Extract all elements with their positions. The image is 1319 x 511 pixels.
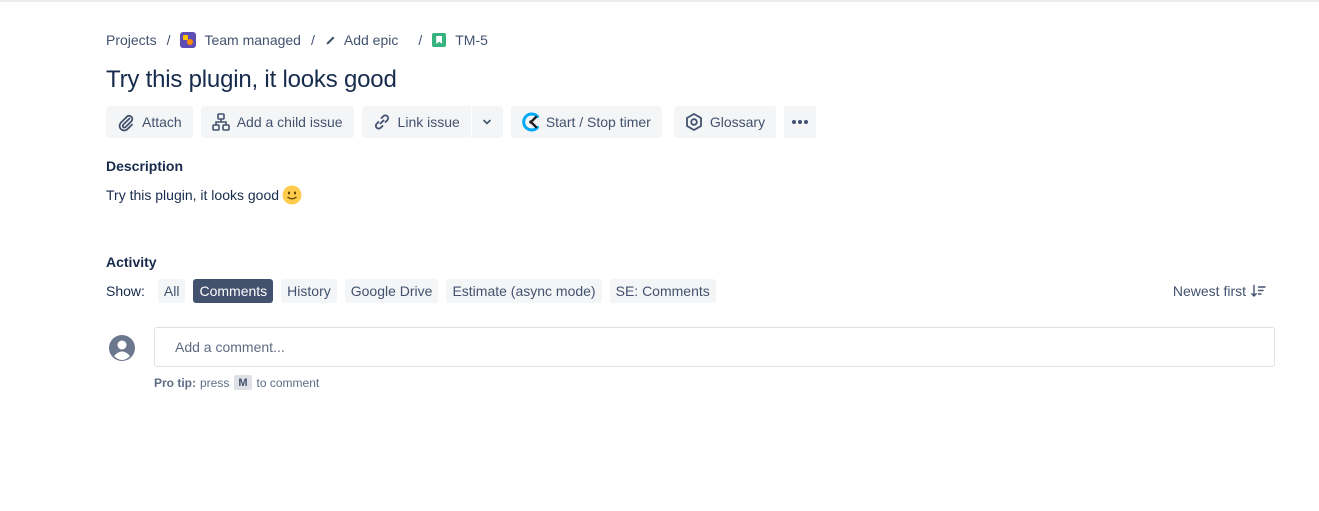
show-label: Show:	[106, 283, 145, 299]
story-icon	[432, 33, 447, 47]
link-issue-label: Link issue	[397, 114, 460, 130]
keyboard-shortcut-key: M	[234, 375, 252, 390]
breadcrumb-separator: /	[166, 32, 171, 48]
pro-tip-post: to comment	[256, 375, 320, 390]
filter-se-comments-label: SE: Comments	[615, 283, 710, 299]
filter-se-comments[interactable]: SE: Comments	[609, 279, 716, 303]
clockify-icon	[519, 110, 543, 134]
breadcrumb-separator: /	[310, 32, 315, 48]
filter-history-label: History	[287, 283, 331, 299]
sort-descending-icon	[1250, 283, 1266, 299]
breadcrumb-add-epic-label: Add epic	[343, 32, 399, 48]
issue-toolbar: Attach Add a child issue Link issue Star…	[106, 106, 817, 138]
pro-tip-label: Pro tip:	[154, 375, 196, 390]
more-icon	[790, 112, 810, 132]
breadcrumb-projects[interactable]: Projects	[106, 32, 157, 48]
filter-history[interactable]: History	[281, 279, 337, 303]
description-text: Try this plugin, it looks good	[106, 187, 280, 203]
filter-estimate[interactable]: Estimate (async mode)	[446, 279, 602, 303]
breadcrumb: Projects / Team managed / Add epic / TM-…	[106, 30, 488, 50]
breadcrumb-separator: /	[418, 32, 423, 48]
top-border	[0, 0, 1319, 2]
filter-google-drive-label: Google Drive	[350, 283, 433, 299]
filter-google-drive[interactable]: Google Drive	[344, 279, 439, 303]
breadcrumb-projects-label: Projects	[106, 32, 157, 48]
project-avatar-icon	[180, 32, 197, 48]
link-issue-split-button: Link issue	[361, 106, 503, 138]
filter-estimate-label: Estimate (async mode)	[452, 283, 596, 299]
attach-button-label: Attach	[142, 114, 182, 130]
issue-title[interactable]: Try this plugin, it looks good	[106, 66, 397, 94]
activity-heading: Activity	[106, 254, 157, 270]
breadcrumb-issue-key[interactable]: TM-5	[432, 32, 488, 48]
sort-order-label: Newest first	[1172, 283, 1246, 299]
user-avatar-icon	[109, 335, 135, 361]
filter-all[interactable]: All	[157, 279, 186, 303]
breadcrumb-project[interactable]: Team managed	[180, 32, 301, 48]
link-issue-dropdown-button[interactable]	[470, 106, 503, 138]
start-stop-timer-label: Start / Stop timer	[545, 114, 651, 130]
breadcrumb-issue-key-label: TM-5	[455, 32, 488, 48]
add-child-issue-label: Add a child issue	[236, 114, 343, 130]
sort-order-button[interactable]: Newest first	[1173, 279, 1266, 303]
glossary-button[interactable]: Glossary	[673, 106, 777, 138]
link-icon	[372, 112, 392, 132]
breadcrumb-add-epic[interactable]: Add epic	[325, 32, 398, 48]
chevron-down-icon	[477, 112, 497, 132]
pro-tip-pre: press	[200, 375, 230, 390]
filter-comments-label: Comments	[199, 283, 268, 299]
slightly-smiling-face-icon	[282, 185, 302, 205]
link-issue-button[interactable]: Link issue	[361, 106, 471, 138]
glossary-label: Glossary	[709, 114, 766, 130]
pro-tip: Pro tip: press M to comment	[154, 375, 319, 390]
attach-button[interactable]: Attach	[106, 106, 193, 138]
start-stop-timer-button[interactable]: Start / Stop timer	[510, 106, 662, 138]
hexagon-icon	[684, 112, 704, 132]
description-heading: Description	[106, 158, 184, 174]
more-actions-button[interactable]	[784, 106, 817, 138]
filter-comments[interactable]: Comments	[193, 279, 274, 303]
hierarchy-icon	[211, 112, 231, 132]
breadcrumb-project-label: Team managed	[204, 32, 301, 48]
paperclip-icon	[116, 112, 136, 132]
add-comment-input[interactable]	[154, 327, 1275, 367]
activity-filter-bar: Show: All Comments History Google Drive …	[106, 279, 1276, 303]
filter-all-label: All	[163, 283, 180, 299]
add-child-issue-button[interactable]: Add a child issue	[200, 106, 354, 138]
pencil-icon	[325, 34, 337, 46]
description-body[interactable]: Try this plugin, it looks good	[106, 185, 302, 205]
